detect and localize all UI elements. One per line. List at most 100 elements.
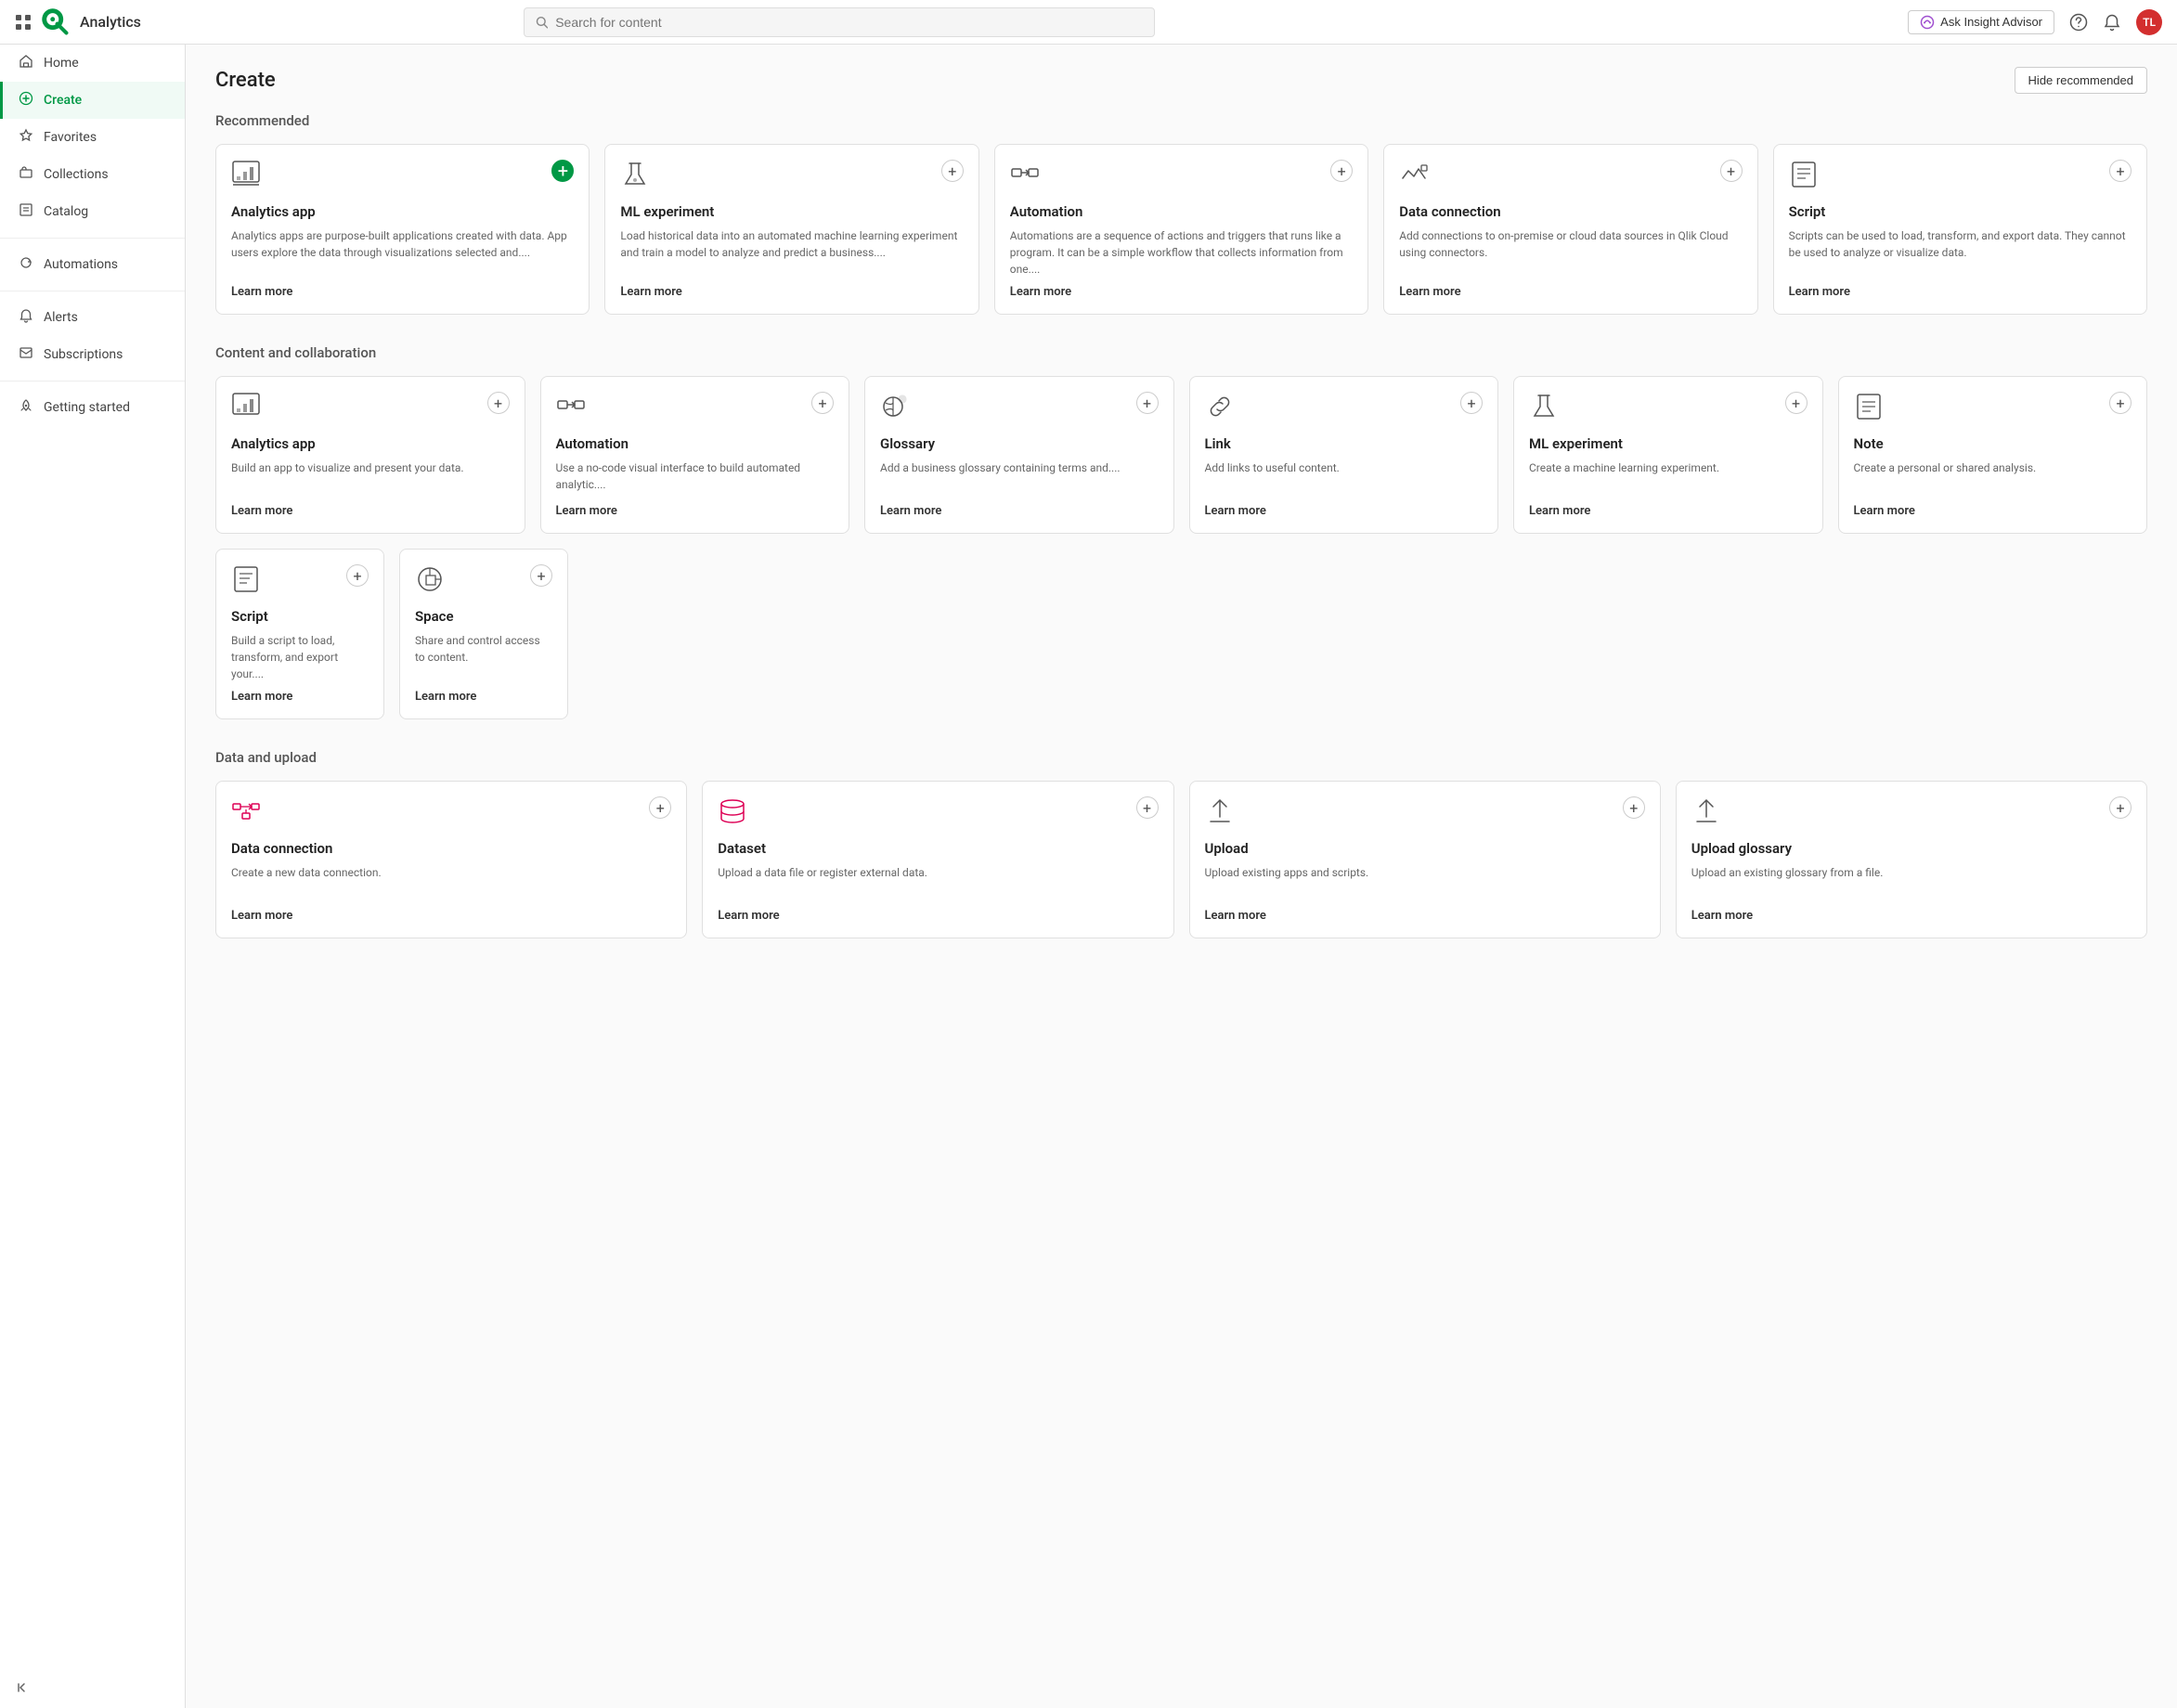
card-space-cc[interactable]: + Space Share and control access to cont… xyxy=(399,549,568,719)
card-learn-more[interactable]: Learn more xyxy=(415,690,552,704)
card-learn-more[interactable]: Learn more xyxy=(1205,909,1645,923)
card-upload-du[interactable]: + Upload Upload existing apps and script… xyxy=(1189,781,1661,938)
add-button-rec-script[interactable]: + xyxy=(2109,160,2132,182)
sidebar-label-automations: Automations xyxy=(44,257,118,272)
glossary-cc-icon xyxy=(880,392,910,428)
card-desc: Share and control access to content. xyxy=(415,632,552,682)
card-desc: Add connections to on-premise or cloud d… xyxy=(1399,227,1742,278)
dataset-du-icon xyxy=(718,796,747,833)
alerts-icon xyxy=(18,308,34,327)
hide-recommended-button[interactable]: Hide recommended xyxy=(2015,67,2147,94)
notifications-icon[interactable] xyxy=(2103,13,2121,32)
insight-advisor-button[interactable]: Ask Insight Advisor xyxy=(1908,10,2054,34)
card-name: Note xyxy=(1854,435,2132,452)
card-learn-more[interactable]: Learn more xyxy=(556,504,835,518)
add-button-du-dataset[interactable]: + xyxy=(1136,796,1159,819)
card-learn-more[interactable]: Learn more xyxy=(1854,504,2132,518)
content-collaboration-cards-grid: + Analytics app Build an app to visualiz… xyxy=(215,376,2147,534)
add-button-du-dataconn[interactable]: + xyxy=(649,796,671,819)
card-ml-experiment-rec[interactable]: + ML experiment Load historical data int… xyxy=(604,144,978,315)
card-desc: Scripts can be used to load, transform, … xyxy=(1789,227,2132,278)
add-button-cc-glossary[interactable]: + xyxy=(1136,392,1159,414)
avatar[interactable]: TL xyxy=(2136,9,2162,35)
card-learn-more[interactable]: Learn more xyxy=(1010,285,1353,299)
card-header: + xyxy=(1205,392,1484,428)
card-note-cc[interactable]: + Note Create a personal or shared analy… xyxy=(1838,376,2148,534)
recommended-section-title: Recommended xyxy=(215,112,2147,129)
card-link-cc[interactable]: + Link Add links to useful content. Lear… xyxy=(1189,376,1499,534)
search-bar[interactable] xyxy=(524,7,1155,37)
catalog-icon xyxy=(18,202,34,221)
sidebar-item-create[interactable]: Create xyxy=(0,82,185,119)
sidebar-collapse-button[interactable] xyxy=(15,1680,30,1698)
add-button-cc-link[interactable]: + xyxy=(1460,392,1483,414)
card-name: Script xyxy=(1789,203,2132,220)
card-automation-rec[interactable]: + Automation Automations are a sequence … xyxy=(994,144,1368,315)
sidebar-item-catalog[interactable]: Catalog xyxy=(0,193,185,230)
search-input[interactable] xyxy=(555,15,1142,30)
card-script-rec[interactable]: + Script Scripts can be used to load, tr… xyxy=(1773,144,2147,315)
data-upload-section: Data and upload + Data connection Create… xyxy=(215,749,2147,938)
card-desc: Build a script to load, transform, and e… xyxy=(231,632,369,682)
add-button-rec-automation[interactable]: + xyxy=(1330,160,1353,182)
card-analytics-app-rec[interactable]: + Analytics app Analytics apps are purpo… xyxy=(215,144,590,315)
add-button-rec-dataconn[interactable]: + xyxy=(1720,160,1743,182)
grid-menu-icon[interactable] xyxy=(15,14,32,31)
data-connection-du-icon xyxy=(231,796,261,833)
sidebar-item-subscriptions[interactable]: Subscriptions xyxy=(0,336,185,373)
card-data-connection-rec[interactable]: + Data connection Add connections to on-… xyxy=(1383,144,1757,315)
add-button-cc-space[interactable]: + xyxy=(530,564,552,587)
card-name: Analytics app xyxy=(231,435,510,452)
sidebar-item-alerts[interactable]: Alerts xyxy=(0,299,185,336)
layout: Home Create Favorites Collections Catalo… xyxy=(0,45,2177,1708)
sidebar-item-automations[interactable]: Automations xyxy=(0,246,185,283)
card-learn-more[interactable]: Learn more xyxy=(1789,285,2132,299)
card-glossary-cc[interactable]: + Glossary Add a business glossary conta… xyxy=(864,376,1174,534)
card-header: + xyxy=(231,160,574,196)
card-automation-cc[interactable]: + Automation Use a no-code visual interf… xyxy=(540,376,850,534)
sidebar-item-home[interactable]: Home xyxy=(0,45,185,82)
add-button-cc-note[interactable]: + xyxy=(2109,392,2132,414)
cc-row2-grid: + Script Build a script to load, transfo… xyxy=(215,549,568,719)
card-script-cc[interactable]: + Script Build a script to load, transfo… xyxy=(215,549,384,719)
content-collaboration-section-title: Content and collaboration xyxy=(215,344,2147,361)
sidebar-item-getting-started[interactable]: Getting started xyxy=(0,389,185,426)
qlik-logo xyxy=(39,6,72,39)
card-learn-more[interactable]: Learn more xyxy=(718,909,1158,923)
card-learn-more[interactable]: Learn more xyxy=(231,504,510,518)
add-button-du-upload[interactable]: + xyxy=(1623,796,1645,819)
add-button-rec-analytics[interactable]: + xyxy=(551,160,574,182)
card-learn-more[interactable]: Learn more xyxy=(880,504,1159,518)
topnav-right: Ask Insight Advisor TL xyxy=(1908,9,2162,35)
card-learn-more[interactable]: Learn more xyxy=(231,909,671,923)
card-header: + xyxy=(1529,392,1808,428)
card-learn-more[interactable]: Learn more xyxy=(1399,285,1742,299)
card-learn-more[interactable]: Learn more xyxy=(620,285,963,299)
add-button-cc-automation[interactable]: + xyxy=(811,392,834,414)
card-desc: Automations are a sequence of actions an… xyxy=(1010,227,1353,278)
sidebar-item-favorites[interactable]: Favorites xyxy=(0,119,185,156)
card-learn-more[interactable]: Learn more xyxy=(231,690,369,704)
card-upload-glossary-du[interactable]: + Upload glossary Upload an existing glo… xyxy=(1676,781,2147,938)
sidebar-label-collections: Collections xyxy=(44,167,109,182)
card-data-connection-du[interactable]: + Data connection Create a new data conn… xyxy=(215,781,687,938)
card-dataset-du[interactable]: + Dataset Upload a data file or register… xyxy=(702,781,1173,938)
help-icon[interactable] xyxy=(2069,13,2088,32)
card-learn-more[interactable]: Learn more xyxy=(1529,504,1808,518)
add-button-cc-analytics[interactable]: + xyxy=(487,392,510,414)
sidebar-item-collections[interactable]: Collections xyxy=(0,156,185,193)
card-ml-experiment-cc[interactable]: + ML experiment Create a machine learnin… xyxy=(1513,376,1823,534)
card-name: ML experiment xyxy=(620,203,963,220)
card-learn-more[interactable]: Learn more xyxy=(1691,909,2132,923)
card-learn-more[interactable]: Learn more xyxy=(231,285,574,299)
card-analytics-app-cc[interactable]: + Analytics app Build an app to visualiz… xyxy=(215,376,525,534)
add-button-du-upload-glossary[interactable]: + xyxy=(2109,796,2132,819)
card-header: + xyxy=(718,796,1158,833)
add-button-cc-script[interactable]: + xyxy=(346,564,369,587)
card-name: ML experiment xyxy=(1529,435,1808,452)
card-learn-more[interactable]: Learn more xyxy=(1205,504,1484,518)
add-button-rec-ml[interactable]: + xyxy=(941,160,964,182)
content-collaboration-section: Content and collaboration + Analytics ap… xyxy=(215,344,2147,719)
topnav: Analytics Ask Insight Advisor xyxy=(0,0,2177,45)
add-button-cc-ml[interactable]: + xyxy=(1785,392,1808,414)
